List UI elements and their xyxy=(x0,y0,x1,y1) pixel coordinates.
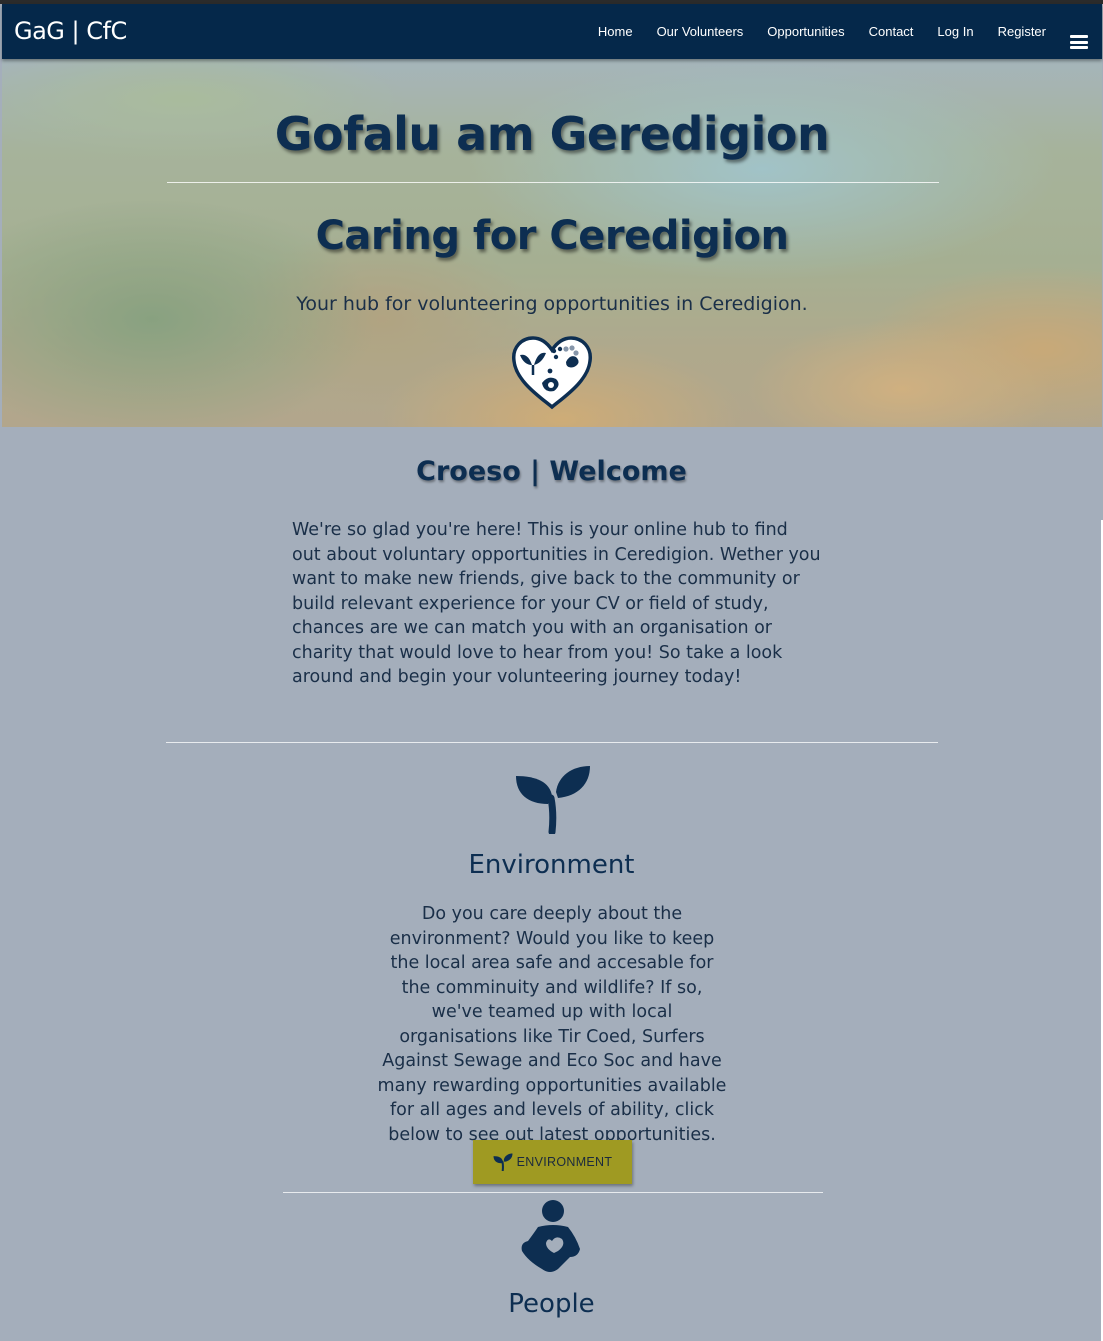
nav-link-log-in[interactable]: Log In xyxy=(937,24,973,39)
people-title: People xyxy=(508,1289,595,1319)
hero-tagline: Your hub for volunteering opportunities … xyxy=(296,293,808,315)
brand-logo[interactable]: GaG | CfC xyxy=(14,17,127,45)
hero-subtitle: Caring for Ceredigion xyxy=(315,213,789,259)
hamburger-menu-icon[interactable] xyxy=(1070,35,1088,49)
environment-title: Environment xyxy=(468,850,635,880)
heart-paw-leaf-icon xyxy=(512,336,592,410)
environment-button[interactable]: ENVIRONMENT xyxy=(473,1140,632,1184)
nav-link-our-volunteers[interactable]: Our Volunteers xyxy=(657,24,744,39)
person-holding-heart-icon xyxy=(521,1200,580,1272)
environment-text: Do you care deeply about the environment… xyxy=(377,904,727,1145)
hero-banner: Gofalu am Geredigion Caring for Ceredigi… xyxy=(2,59,1102,427)
welcome-text: We're so glad you're here! This is your … xyxy=(292,520,821,687)
environment-button-label: ENVIRONMENT xyxy=(516,1155,613,1169)
hero-title: Gofalu am Geredigion xyxy=(274,107,830,161)
nav-link-opportunities[interactable]: Opportunities xyxy=(767,24,844,39)
page: GaG | CfC Home Our Volunteers Opportunit… xyxy=(0,0,1103,1341)
hero-divider xyxy=(167,182,939,183)
section-divider xyxy=(166,742,938,743)
nav-link-contact[interactable]: Contact xyxy=(869,24,914,39)
nav-link-home[interactable]: Home xyxy=(598,24,633,39)
nav-links: Home Our Volunteers Opportunities Contac… xyxy=(574,24,1046,39)
welcome-title: Croeso | Welcome xyxy=(416,456,687,487)
section-divider xyxy=(283,1192,823,1193)
seedling-icon xyxy=(493,1153,513,1171)
nav-link-register[interactable]: Register xyxy=(998,24,1046,39)
navbar: GaG | CfC Home Our Volunteers Opportunit… xyxy=(2,4,1102,59)
seedling-icon xyxy=(516,766,590,834)
